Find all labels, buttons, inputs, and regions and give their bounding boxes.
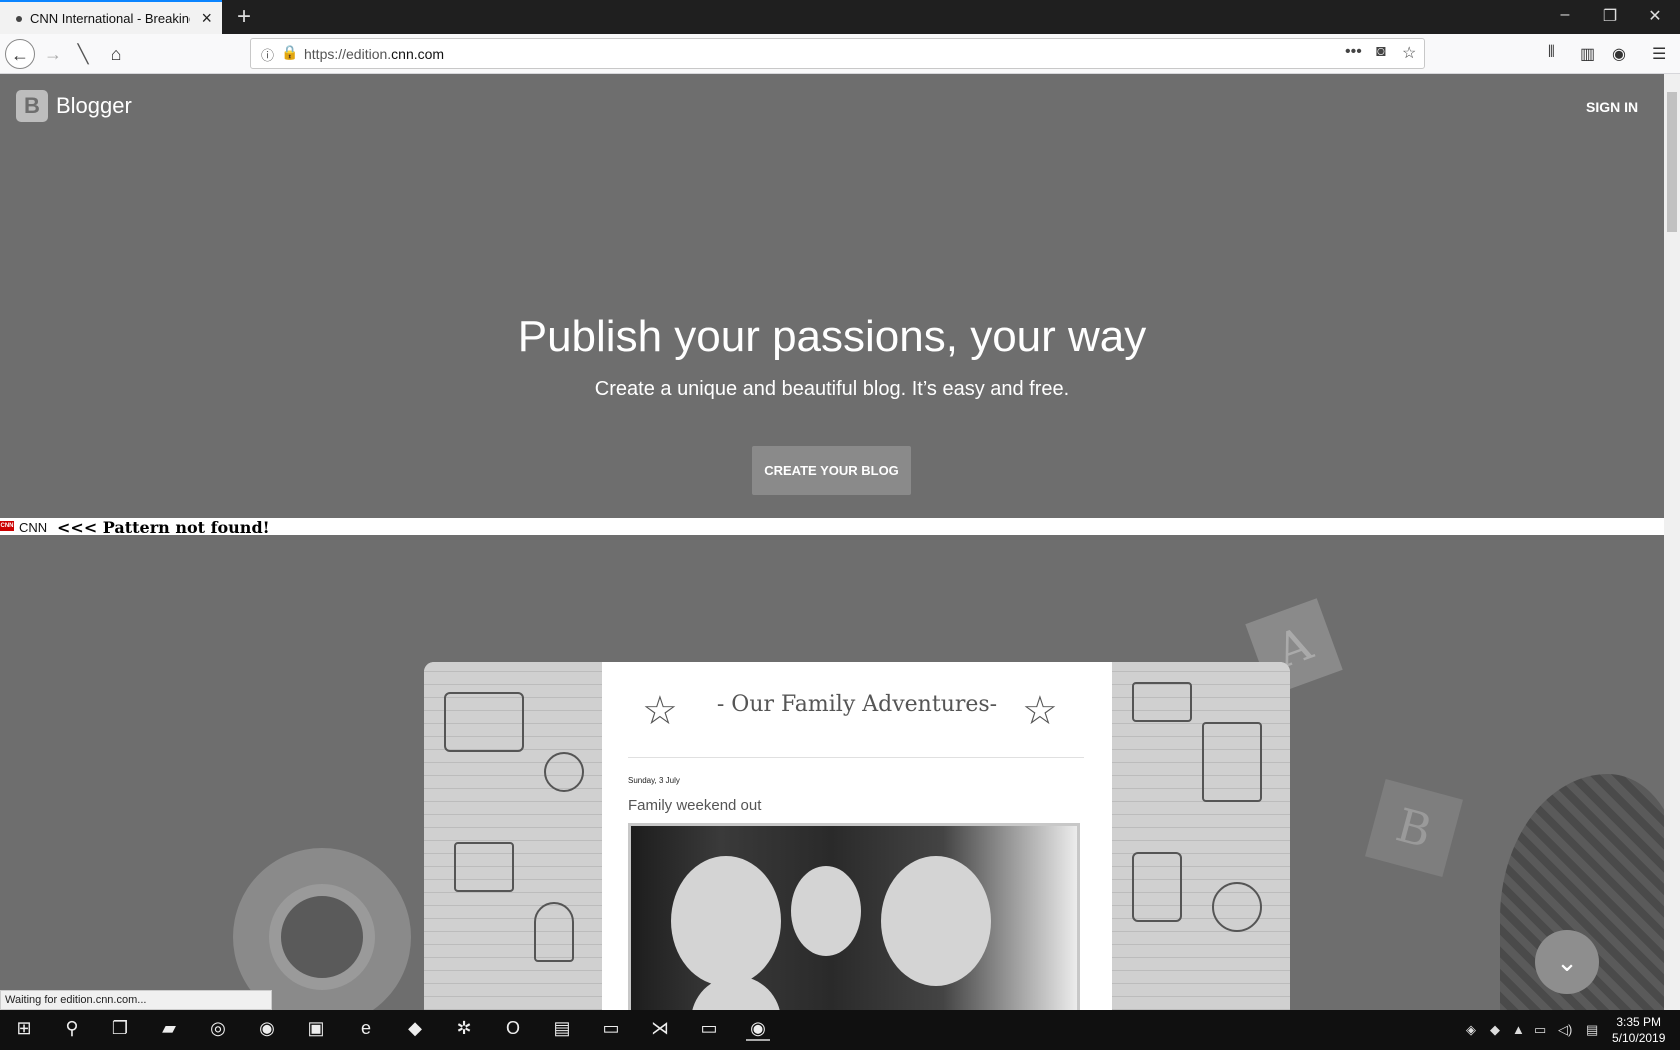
pattern-overlay: CNN CNN <<< Pattern not found! [0,518,1664,537]
info-icon[interactable]: ⓘ [261,45,274,64]
family-photo [628,823,1080,1010]
firefox-icon[interactable]: ◉ [255,1018,279,1039]
url-text[interactable]: https://edition.cnn.com [304,46,444,62]
clock-time: 3:35 PM [1616,1015,1662,1029]
create-blog-button[interactable]: CREATE YOUR BLOG [752,446,911,495]
pocket-icon[interactable]: ◙ [1376,43,1386,61]
hero-subtitle: Create a unique and beautiful blog. It’s… [594,378,1070,400]
chrome-icon[interactable]: ◎ [206,1018,230,1039]
windows-taskbar: ⊞ ⚲ ❐ ▰ ◎ ◉ ▣ e ◆ ✲ O ▤ ▭ ⋊ ▭ ◉ ◈ ◆ ▲ ▭ … [0,1010,1680,1050]
terminal-icon[interactable]: ▭ [697,1018,721,1039]
page-viewport: B Blogger SIGN IN Publish your passions,… [0,74,1664,1010]
address-bar[interactable]: ⓘ 🔒 https://edition.cnn.com ••• ◙ ☆ [250,38,1425,69]
tray-icon[interactable]: ▲ [1512,1022,1525,1037]
store-icon[interactable]: ◆ [403,1018,427,1039]
clock[interactable]: 3:35 PM 5/10/2019 [1612,1014,1665,1046]
vscode-icon[interactable]: ⋊ [648,1018,672,1039]
restore-button[interactable]: ❐ [1595,6,1625,26]
account-icon[interactable]: ◉ [1612,44,1626,64]
opera-icon[interactable]: O [501,1018,525,1039]
file-explorer-icon[interactable]: ▰ [157,1018,181,1039]
windows-start-icon[interactable]: ⊞ [12,1018,36,1039]
sign-in-link[interactable]: SIGN IN [1586,99,1638,115]
browser-toolbar: ← → ╲ ⌂ ⓘ 🔒 https://edition.cnn.com ••• … [0,34,1680,74]
blog-page: ☆ ☆ - Our Family Adventures- Sunday, 3 J… [602,662,1112,1010]
browser-titlebar: CNN International - Breaking N × + – ❐ ✕ [0,0,1680,34]
dropbox-icon[interactable]: ◆ [1490,1022,1500,1038]
blog-title: - Our Family Adventures- [716,692,998,717]
pycharm-icon[interactable]: ▤ [550,1018,574,1039]
edge-icon[interactable]: e [354,1018,378,1039]
settings-icon[interactable]: ✲ [452,1018,476,1039]
cnn-favicon-icon: CNN [0,521,14,531]
forward-button[interactable]: → [38,39,68,69]
bookmark-star-icon[interactable]: ☆ [1402,43,1416,63]
doodle-right-decoration [1112,662,1290,1010]
scrollbar-thumb[interactable] [1667,92,1677,232]
task-view-icon[interactable]: ❐ [108,1018,132,1039]
loading-icon [16,16,22,22]
new-tab-button[interactable]: + [232,3,256,31]
page-scrollbar[interactable] [1664,74,1680,1010]
home-button[interactable]: ⌂ [101,39,131,69]
save-app-icon[interactable]: ▣ [304,1018,328,1039]
tray-app-icon[interactable]: ◈ [1466,1022,1476,1038]
stop-loading-icon[interactable]: ╲ [68,39,98,69]
back-button[interactable]: ← [5,39,35,69]
page-actions-icon[interactable]: ••• [1345,43,1362,61]
post-date: Sunday, 3 July [628,776,680,785]
network-icon[interactable]: ▭ [1534,1022,1546,1038]
close-window-button[interactable]: ✕ [1640,6,1670,26]
hero-title: Publish your passions, your way [517,312,1147,361]
terminal-icon[interactable]: ▭ [599,1018,623,1039]
close-tab-icon[interactable]: × [201,8,212,29]
blogger-brand[interactable]: Blogger [56,93,132,119]
blogger-logo-icon[interactable]: B [16,90,48,122]
minimize-button[interactable]: – [1550,6,1580,24]
toy-block-b-image: B [1365,779,1463,877]
blog-preview-image: ☆ ☆ - Our Family Adventures- Sunday, 3 J… [424,662,1290,1010]
coffee-cup-image [233,848,411,1010]
search-icon[interactable]: ⚲ [60,1018,84,1039]
menu-icon[interactable]: ☰ [1652,44,1666,64]
tab-cnn[interactable]: CNN International - Breaking N × [0,0,222,34]
pattern-message: <<< Pattern not found! [57,518,270,537]
status-bar: Waiting for edition.cnn.com... [0,990,272,1010]
post-title: Family weekend out [628,797,762,814]
firefox-active-icon[interactable]: ◉ [746,1018,770,1041]
scroll-down-button[interactable]: ⌄ [1535,930,1599,994]
divider [628,757,1084,758]
cnn-label: CNN [19,520,48,535]
library-icon[interactable]: ⫴ [1548,44,1555,62]
doodle-left-decoration [424,662,602,1010]
notifications-icon[interactable]: ▤ [1586,1022,1598,1038]
clock-date: 5/10/2019 [1612,1031,1666,1045]
sidebar-icon[interactable]: ▥ [1580,44,1595,64]
volume-icon[interactable]: ◁) [1558,1022,1572,1038]
tab-title: CNN International - Breaking N [30,11,190,26]
lock-icon: 🔒 [281,44,299,60]
